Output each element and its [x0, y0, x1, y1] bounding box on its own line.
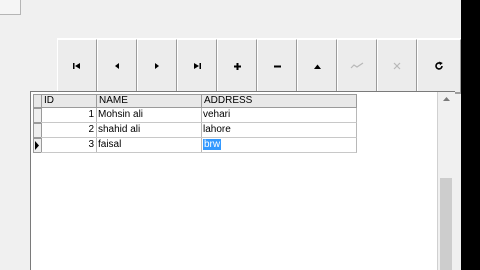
column-header-name[interactable]: NAME — [96, 94, 202, 108]
cell-address-editing[interactable]: brw — [201, 138, 357, 153]
minus-icon — [273, 65, 281, 67]
refresh-data-button[interactable] — [417, 39, 461, 93]
last-record-button[interactable] — [177, 39, 217, 93]
window-corner — [0, 0, 21, 15]
screen-border-right — [461, 0, 480, 270]
last-record-icon — [194, 63, 201, 69]
cell-address[interactable]: vehari — [201, 108, 357, 123]
cell-name[interactable]: Mohsin ali — [96, 108, 202, 123]
screenshot-stage: ID NAME ADDRESS 1 Mohsin ali vehari 2 sh… — [0, 0, 480, 270]
grid-vertical-scrollbar[interactable] — [437, 92, 455, 270]
prior-record-button[interactable] — [97, 39, 137, 93]
cell-name[interactable]: shahid ali — [96, 123, 202, 138]
next-record-button[interactable] — [137, 39, 177, 93]
scrollbar-thumb[interactable] — [440, 178, 452, 270]
selected-cell-text[interactable]: brw — [203, 139, 222, 150]
cell-address[interactable]: lahore — [201, 123, 357, 138]
current-row-arrow-icon — [35, 141, 39, 150]
cell-id[interactable]: 1 — [41, 108, 97, 123]
first-record-button[interactable] — [57, 39, 97, 93]
refresh-icon — [435, 61, 443, 70]
edit-record-button[interactable] — [297, 39, 337, 93]
post-edit-button[interactable] — [337, 39, 377, 93]
x-icon — [393, 62, 401, 70]
first-record-icon — [73, 63, 80, 69]
prior-record-icon — [115, 63, 119, 69]
cell-name[interactable]: faisal — [96, 138, 202, 153]
form-window: ID NAME ADDRESS 1 Mohsin ali vehari 2 sh… — [0, 0, 461, 270]
column-header-id[interactable]: ID — [41, 94, 97, 108]
next-record-icon — [155, 63, 159, 69]
delete-record-button[interactable] — [257, 39, 297, 93]
checkmark-icon — [350, 62, 364, 69]
column-header-address[interactable]: ADDRESS — [201, 94, 357, 108]
scroll-up-arrow-icon[interactable] — [438, 92, 455, 106]
db-grid[interactable]: ID NAME ADDRESS 1 Mohsin ali vehari 2 sh… — [30, 91, 455, 270]
db-navigator — [57, 38, 461, 94]
edit-arrow-icon — [313, 64, 321, 69]
insert-record-button[interactable] — [217, 39, 257, 93]
cell-id[interactable]: 3 — [41, 138, 97, 153]
plus-icon — [233, 62, 241, 70]
cancel-edit-button[interactable] — [377, 39, 417, 93]
cell-id[interactable]: 2 — [41, 123, 97, 138]
